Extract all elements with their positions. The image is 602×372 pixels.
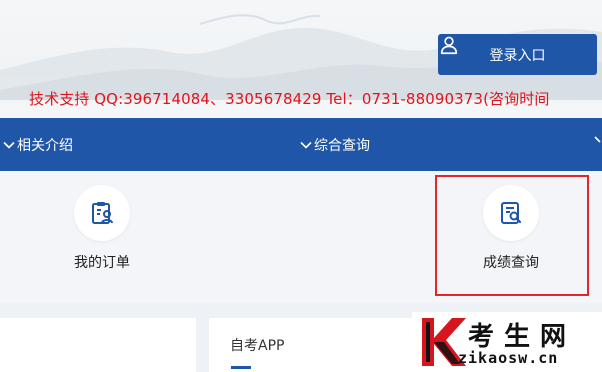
- chevron-down-icon: [3, 141, 15, 149]
- tile-label: 我的订单: [74, 255, 130, 271]
- nav-item-comprehensive-query[interactable]: 综合查询: [300, 135, 370, 155]
- user-icon: [440, 36, 458, 55]
- nav-label: 综合查询: [314, 138, 370, 154]
- document-search-icon: [501, 202, 522, 224]
- quick-links-panel: 我的订单 成绩查询: [0, 171, 602, 303]
- header-banner: 登录入口 技术支持 QQ:396714084、3305678429 Tel：07…: [0, 0, 602, 118]
- tile-my-orders[interactable]: 我的订单: [74, 185, 130, 272]
- site-logo: 考生网 zikaosw.cn: [412, 312, 602, 372]
- tile-label: 成绩查询: [483, 255, 539, 271]
- clipboard-user-icon: [92, 202, 113, 224]
- login-button[interactable]: 登录入口: [438, 34, 597, 75]
- tile-icon-circle: [483, 185, 539, 241]
- logo-text: 考生网: [468, 322, 577, 352]
- tile-icon-circle: [74, 185, 130, 241]
- logo-url: zikaosw.cn: [458, 349, 559, 367]
- support-contact-text: 技术支持 QQ:396714084、3305678429 Tel：0731-88…: [29, 90, 550, 108]
- section-title-app[interactable]: 自考APP: [230, 335, 284, 355]
- chevron-down-icon: [300, 141, 312, 149]
- nav-label: 相关介绍: [17, 138, 73, 154]
- login-label: 登录入口: [489, 47, 546, 64]
- chevron-down-icon[interactable]: [594, 135, 602, 145]
- tile-score-query[interactable]: 成绩查询: [483, 185, 539, 272]
- nav-item-related-intro[interactable]: 相关介绍: [3, 135, 73, 155]
- main-nav: 相关介绍 综合查询: [0, 118, 602, 171]
- tab-underline: [231, 366, 251, 369]
- content-card-left: [0, 318, 196, 372]
